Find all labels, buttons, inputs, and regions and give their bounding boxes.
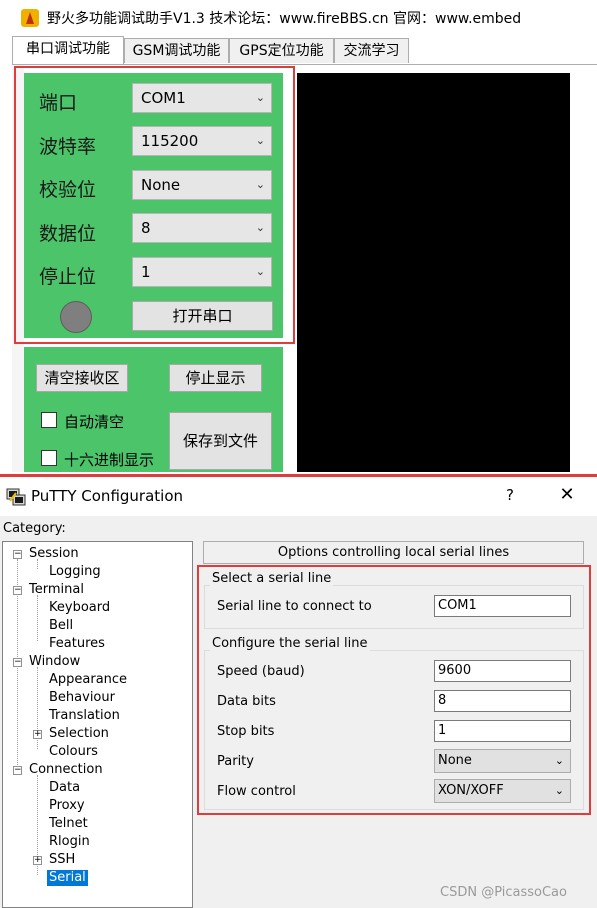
title-bar: 野火多功能调试助手V1.3 技术论坛：www.fireBBS.cn 官网：www… <box>0 0 597 36</box>
category-label: Category: <box>3 521 66 536</box>
tree-item-logging[interactable]: Logging <box>49 564 101 580</box>
close-button[interactable]: ✕ <box>556 484 578 506</box>
putty-icon <box>6 488 26 506</box>
tab-divider <box>12 64 597 65</box>
tree-item-colours[interactable]: Colours <box>49 744 98 760</box>
tree-connector <box>37 595 38 641</box>
watermark: CSDN @PicassoCao <box>440 885 567 900</box>
tree-item-proxy[interactable]: Proxy <box>49 798 85 814</box>
tab-gsm-debug[interactable]: GSM调试功能 <box>124 38 229 63</box>
receive-text-area[interactable] <box>297 73 570 472</box>
window-title: 野火多功能调试助手V1.3 技术论坛：www.fireBBS.cn 官网：www… <box>47 11 522 27</box>
hex-display-checkbox[interactable] <box>41 450 57 466</box>
collapse-icon[interactable]: − <box>13 658 22 667</box>
separator-line <box>0 474 597 477</box>
tab-gps[interactable]: GPS定位功能 <box>229 38 334 63</box>
collapse-icon[interactable]: − <box>13 586 22 595</box>
collapse-icon[interactable]: − <box>13 550 22 559</box>
tree-item-connection[interactable]: Connection <box>29 762 103 778</box>
help-button[interactable]: ? <box>500 486 520 506</box>
tree-item-telnet[interactable]: Telnet <box>49 816 88 832</box>
tree-item-translation[interactable]: Translation <box>49 708 120 724</box>
tree-item-keyboard[interactable]: Keyboard <box>49 600 110 616</box>
tree-item-terminal[interactable]: Terminal <box>29 582 84 598</box>
tree-item-features[interactable]: Features <box>49 636 105 652</box>
clear-receive-button[interactable]: 清空接收区 <box>36 364 128 392</box>
tree-item-rlogin[interactable]: Rlogin <box>49 834 90 850</box>
auto-clear-checkbox[interactable] <box>41 412 57 428</box>
tree-item-window[interactable]: Window <box>29 654 80 670</box>
stop-display-button[interactable]: 停止显示 <box>169 364 262 392</box>
category-tree[interactable]: − Session Logging − Terminal Keyboard Be… <box>2 541 193 908</box>
expand-icon[interactable]: + <box>33 856 42 865</box>
tree-item-serial[interactable]: Serial <box>47 870 88 886</box>
options-header: Options controlling local serial lines <box>203 541 584 564</box>
tree-item-data[interactable]: Data <box>49 780 80 796</box>
tree-item-ssh[interactable]: SSH <box>49 852 75 868</box>
tree-item-appearance[interactable]: Appearance <box>49 672 127 688</box>
tab-serial-debug[interactable]: 串口调试功能 <box>12 36 124 64</box>
tree-item-selection[interactable]: Selection <box>49 726 109 742</box>
tab-strip: 串口调试功能 GSM调试功能 GPS定位功能 交流学习 <box>12 36 597 64</box>
putty-config-window: PuTTY Configuration ? ✕ Category: − Sess… <box>0 478 597 908</box>
save-to-file-button[interactable]: 保存到文件 <box>169 412 272 470</box>
serial-assistant-window: 野火多功能调试助手V1.3 技术论坛：www.fireBBS.cn 官网：www… <box>0 0 597 472</box>
tree-item-behaviour[interactable]: Behaviour <box>49 690 115 706</box>
window-title: PuTTY Configuration <box>31 487 184 505</box>
highlight-frame <box>197 565 591 815</box>
auto-clear-label: 自动清空 <box>64 413 125 431</box>
tab-community[interactable]: 交流学习 <box>334 38 409 63</box>
collapse-icon[interactable]: − <box>13 766 22 775</box>
tree-item-bell[interactable]: Bell <box>49 618 73 634</box>
expand-icon[interactable]: + <box>33 730 42 739</box>
tree-item-session[interactable]: Session <box>29 546 79 562</box>
hex-display-label: 十六进制显示 <box>64 451 155 469</box>
title-bar: PuTTY Configuration ? ✕ <box>0 478 597 516</box>
app-fire-icon <box>21 9 39 27</box>
highlight-frame <box>14 66 295 344</box>
